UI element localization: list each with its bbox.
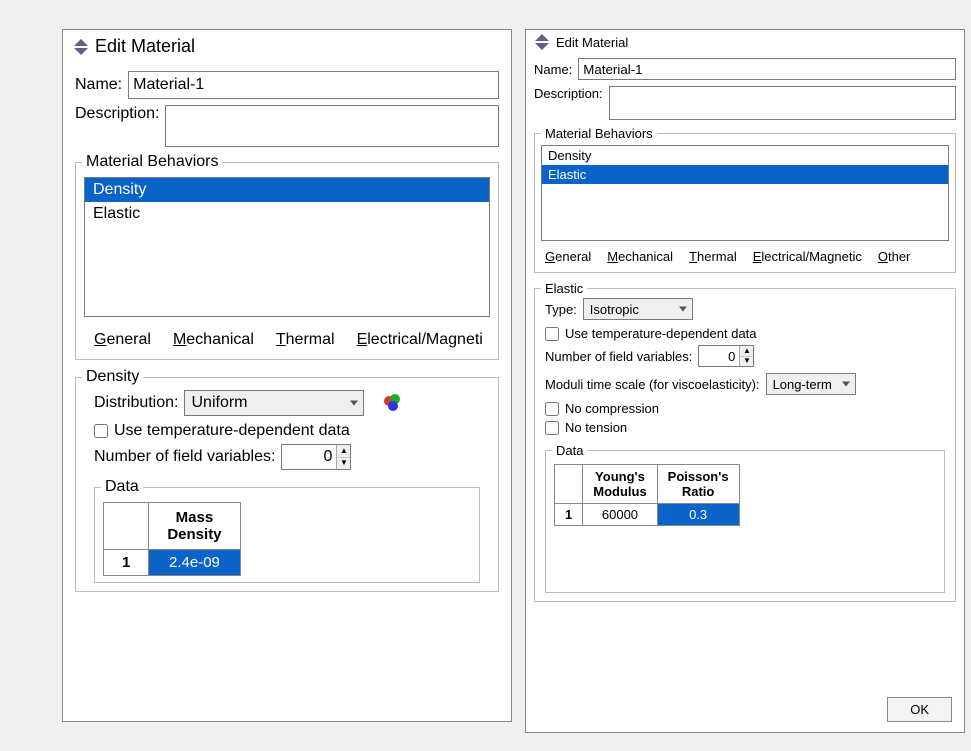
use-temp-dep-check[interactable]: Use temperature-dependent data [545,326,945,341]
menu-mechanical[interactable]: Mechanical [173,331,254,349]
name-field[interactable] [128,71,499,99]
num-field-vars-label: Number of field variables: [94,448,275,466]
menu-electrical-magnetic[interactable]: EElectrical/Magnetilectrical/Magneti [357,331,483,349]
no-compression-checkbox[interactable] [545,402,559,416]
material-behaviors-legend: Material Behaviors [541,126,657,141]
elastic-legend: Elastic [541,281,587,296]
app-icon [534,34,550,50]
behavior-item-elastic[interactable]: Elastic [542,165,948,184]
app-icon [73,39,89,55]
no-compression-check[interactable]: No compression [545,401,945,416]
description-field[interactable] [165,105,499,147]
density-data-group: Data MassDensity 1 2.4e-09 [94,478,480,583]
menu-electrical-magnetic[interactable]: Electrical/Magnetic [753,249,862,264]
use-temp-dep-check[interactable]: Use temperature-dependent data [94,422,480,440]
elastic-data-group: Data Young'sModulus Poisson'sRatio 1 600… [545,443,945,593]
distribution-value: Uniform [191,394,247,412]
ok-button[interactable]: OK [887,697,952,722]
no-compression-label: No compression [565,401,659,416]
use-temp-dep-label: Use temperature-dependent data [114,422,350,440]
dialog-title: Edit Material [95,36,195,57]
edit-material-dialog-elastic: Edit Material Name: Description: Materia… [525,29,965,733]
data-legend: Data [552,443,587,458]
behavior-menubar: General Mechanical Thermal EElectrical/M… [76,323,498,359]
name-label: Name: [75,76,122,94]
description-label: Description: [75,105,159,123]
titlebar: Edit Material [63,30,511,63]
dialog-title: Edit Material [556,35,628,50]
moduli-time-scale-label: Moduli time scale (for viscoelasticity): [545,377,760,392]
use-temp-dep-checkbox[interactable] [94,424,108,438]
num-field-vars-spinner[interactable]: ▲▼ [698,345,754,367]
num-field-vars-label: Number of field variables: [545,349,692,364]
material-behaviors-group: Material Behaviors Density Elastic Gener… [75,153,499,360]
row-number: 1 [555,504,583,526]
num-field-vars-input[interactable] [699,346,739,366]
menu-other[interactable]: Other [878,249,911,264]
data-legend: Data [101,478,143,496]
menu-thermal[interactable]: Thermal [276,331,335,349]
edit-material-dialog-density: Edit Material Name: Description: Materia… [62,29,512,722]
col-poissons-ratio: Poisson'sRatio [657,465,739,504]
elastic-group: Elastic Type: Isotropic Use temperature-… [534,281,956,602]
distribution-select[interactable]: Uniform [184,390,364,416]
description-label: Description: [534,86,603,101]
menu-general[interactable]: General [94,331,151,349]
type-select[interactable]: Isotropic [583,298,693,320]
name-field[interactable] [578,58,956,80]
spinner-buttons[interactable]: ▲▼ [739,346,753,366]
elastic-data-table[interactable]: Young'sModulus Poisson'sRatio 1 60000 0.… [554,464,740,526]
num-field-vars-spinner[interactable]: ▲▼ [281,444,351,470]
type-label: Type: [545,302,577,317]
behavior-list[interactable]: Density Elastic [84,177,490,317]
type-value: Isotropic [590,302,639,317]
moduli-time-scale-value: Long-term [773,377,832,392]
num-field-vars-input[interactable] [282,445,336,469]
menu-general[interactable]: General [545,249,591,264]
table-row[interactable]: 1 60000 0.3 [555,504,740,526]
moduli-time-scale-select[interactable]: Long-term [766,373,856,395]
cell-mass-density[interactable]: 2.4e-09 [149,550,240,576]
spinner-buttons[interactable]: ▲▼ [336,445,350,469]
material-behaviors-legend: Material Behaviors [82,153,223,171]
use-temp-dep-label: Use temperature-dependent data [565,326,757,341]
behavior-menubar: General Mechanical Thermal Electrical/Ma… [535,243,955,272]
use-temp-dep-checkbox[interactable] [545,327,559,341]
color-picker-icon[interactable] [384,394,402,412]
cell-youngs-modulus[interactable]: 60000 [583,504,657,526]
row-number: 1 [104,550,149,576]
description-field[interactable] [609,86,956,120]
cell-poissons-ratio[interactable]: 0.3 [657,504,739,526]
density-group: Density Distribution: Uniform Use temper [75,368,499,592]
table-corner [555,465,583,504]
material-behaviors-group: Material Behaviors Density Elastic Gener… [534,126,956,273]
col-youngs-modulus: Young'sModulus [583,465,657,504]
table-corner [104,503,149,550]
menu-mechanical[interactable]: Mechanical [607,249,673,264]
density-legend: Density [82,368,143,386]
name-label: Name: [534,62,572,77]
no-tension-label: No tension [565,420,627,435]
titlebar: Edit Material [526,30,964,54]
behavior-item-density[interactable]: Density [85,178,489,202]
col-mass-density: MassDensity [149,503,240,550]
behavior-item-density[interactable]: Density [542,146,948,165]
no-tension-checkbox[interactable] [545,421,559,435]
menu-thermal[interactable]: Thermal [689,249,737,264]
no-tension-check[interactable]: No tension [545,420,945,435]
behavior-list[interactable]: Density Elastic [541,145,949,241]
distribution-label: Distribution: [94,394,178,412]
density-data-table[interactable]: MassDensity 1 2.4e-09 [103,502,241,576]
behavior-item-elastic[interactable]: Elastic [85,202,489,226]
table-row[interactable]: 1 2.4e-09 [104,550,241,576]
